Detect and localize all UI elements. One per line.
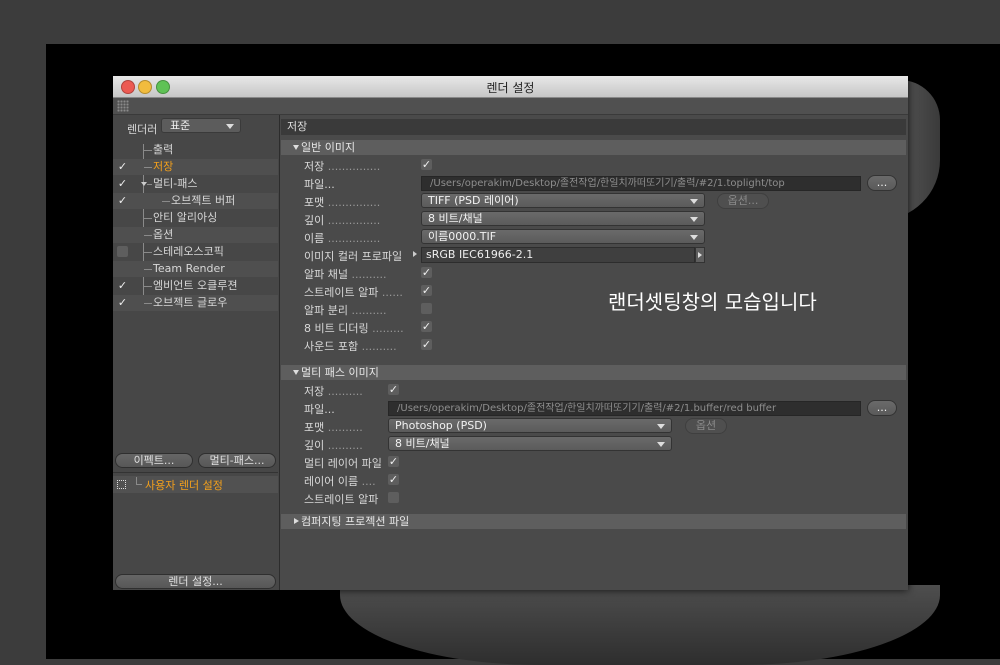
section-compositing-project-file[interactable]: 컴퍼지팅 프로젝션 파일 (281, 514, 906, 529)
browse-button[interactable]: ... (867, 175, 897, 191)
check-icon[interactable]: ✓ (117, 280, 128, 291)
tree-item-ambient-occlusion[interactable]: ✓ 엠비언트 오클루젼 (113, 278, 278, 294)
row-dithering: 8 비트 디더링 ......... ✓ (304, 320, 432, 335)
mp-browse-button[interactable]: ... (867, 400, 897, 416)
chevron-down-icon (690, 199, 698, 204)
tree-item-save[interactable]: ✓ 저장 (113, 159, 278, 175)
separate-alpha-checkbox[interactable] (421, 303, 432, 314)
mp-depth-select[interactable]: 8 비트/채널 (388, 436, 672, 451)
check-icon[interactable]: ✓ (117, 178, 128, 189)
multipass-button[interactable]: 멀티-패스... (198, 453, 276, 468)
tree-item-team-render[interactable]: Team Render (113, 261, 278, 277)
tree-item-output[interactable]: 출력 (113, 142, 278, 158)
mp-file-path-field[interactable]: /Users/operakim/Desktop/졸전작업/한일치까떠또기기/출력… (388, 401, 861, 416)
multilayer-file-checkbox[interactable]: ✓ (388, 456, 399, 467)
row-mp-straight-alpha: 스트레이트 알파 (281, 489, 906, 507)
row-mp-depth: 깊이 .......... 8 비트/채널 (281, 435, 906, 453)
dithering-checkbox[interactable]: ✓ (421, 321, 432, 332)
render-settings-window: 렌더 설정 렌더러 표준 출력 ✓ 저장 ✓ 멀티-패스 ✓ 오브젝트 버퍼 안… (113, 76, 908, 590)
section-general-image[interactable]: 일반 이미지 (281, 140, 906, 155)
row-layer-name: 레이어 이름 .... ✓ (304, 473, 399, 488)
section-multipass-image[interactable]: 멀티 패스 이미지 (281, 365, 906, 380)
row-mp-format: 포맷 .......... Photoshop (PSD) 옵션 (281, 417, 906, 435)
tree-item-options[interactable]: 옵션 (113, 227, 278, 243)
format-select[interactable]: TIFF (PSD 레이어) (421, 193, 705, 208)
row-format: 포맷 ............... TIFF (PSD 레이어) 옵션... (281, 192, 906, 210)
settings-tree-panel: 렌더러 표준 출력 ✓ 저장 ✓ 멀티-패스 ✓ 오브젝트 버퍼 안티 알리아싱… (113, 115, 280, 590)
chevron-down-icon (690, 235, 698, 240)
row-color-profile: 이미지 컬러 프로파일 sRGB IEC61966-2.1 (281, 246, 906, 264)
checkbox[interactable] (117, 246, 128, 257)
3d-object-base (340, 585, 940, 665)
layer-name-checkbox[interactable]: ✓ (388, 474, 399, 485)
collapse-triangle-icon (293, 145, 299, 150)
renderer-select[interactable]: 표준 (161, 118, 241, 133)
straight-alpha-checkbox[interactable]: ✓ (421, 285, 432, 296)
row-mp-file: 파일... /Users/operakim/Desktop/졸전작업/한일치까떠… (281, 399, 906, 417)
depth-select[interactable]: 8 비트/채널 (421, 211, 705, 226)
chevron-down-icon (657, 424, 665, 429)
collapse-triangle-icon (293, 370, 299, 375)
file-path-field[interactable]: /Users/operakim/Desktop/졸전작업/한일치까떠또기기/출력… (421, 176, 861, 191)
divider (113, 472, 278, 473)
row-alpha-channel: 알파 채널 .......... ✓ (304, 266, 432, 281)
row-multilayer-file: 멀티 레이어 파일 ✓ (304, 455, 399, 470)
title-bar[interactable]: 렌더 설정 (113, 76, 908, 98)
chevron-down-icon (226, 124, 234, 129)
expand-triangle-icon (294, 518, 299, 524)
tree-item-stereoscopic[interactable]: 스테레오스코픽 (113, 244, 278, 260)
tree-item-object-buffer[interactable]: ✓ 오브젝트 버퍼 (113, 193, 278, 209)
format-options-button[interactable]: 옵션... (717, 193, 769, 209)
name-select[interactable]: 이름0000.TIF (421, 229, 705, 244)
row-save: 저장 ............... ✓ (304, 158, 432, 173)
row-depth: 깊이 ............... 8 비트/채널 (281, 210, 906, 228)
grip-icon[interactable] (117, 100, 129, 112)
expand-triangle-icon[interactable] (411, 247, 421, 263)
caption-overlay: 랜더셋팅창의 모습입니다 (608, 290, 817, 314)
custom-render-setting[interactable]: 사용자 렌더 설정 (113, 476, 278, 493)
row-file: 파일... /Users/operakim/Desktop/졸전작업/한일치까떠… (281, 174, 906, 192)
renderer-value: 표준 (170, 119, 191, 132)
mp-straight-alpha-checkbox[interactable] (388, 492, 399, 503)
include-sound-checkbox[interactable]: ✓ (421, 339, 432, 350)
save-checkbox[interactable]: ✓ (421, 159, 432, 170)
renderer-label: 렌더러 (127, 123, 158, 136)
row-include-sound: 사운드 포함 .......... ✓ (304, 338, 432, 353)
window-title: 렌더 설정 (486, 81, 535, 95)
check-icon[interactable]: ✓ (117, 161, 128, 172)
tree-item-object-glow[interactable]: ✓ 오브젝트 글로우 (113, 295, 278, 311)
chevron-down-icon (690, 217, 698, 222)
check-icon[interactable]: ✓ (117, 195, 128, 206)
row-mp-save: 저장 .......... ✓ (304, 383, 399, 398)
check-icon[interactable]: ✓ (117, 297, 128, 308)
tree-item-multipass[interactable]: ✓ 멀티-패스 (113, 176, 278, 192)
panel-title: 저장 (281, 119, 906, 135)
toolbar-strip (113, 98, 908, 115)
focus-icon (117, 480, 126, 489)
chevron-down-icon (657, 442, 665, 447)
render-settings-button[interactable]: 렌더 설정... (115, 574, 276, 589)
mp-save-checkbox[interactable]: ✓ (388, 384, 399, 395)
effects-button[interactable]: 이펙트... (115, 453, 193, 468)
settings-detail-panel: 저장 일반 이미지 저장 ............... ✓ 파일... /Us… (281, 115, 908, 590)
row-name: 이름 ............... 이름0000.TIF (281, 228, 906, 246)
alpha-channel-checkbox[interactable]: ✓ (421, 267, 432, 278)
tree-item-antialiasing[interactable]: 안티 알리아싱 (113, 210, 278, 226)
mp-options-button[interactable]: 옵션 (685, 418, 727, 434)
color-profile-field[interactable]: sRGB IEC61966-2.1 (421, 247, 695, 263)
profile-menu-button[interactable] (695, 247, 705, 263)
mp-format-select[interactable]: Photoshop (PSD) (388, 418, 672, 433)
